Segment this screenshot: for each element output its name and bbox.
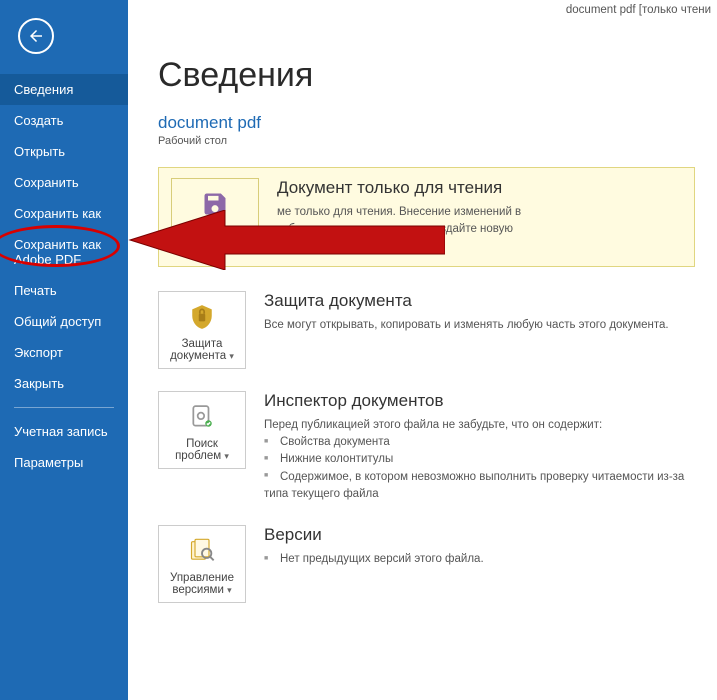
versions-none: Нет предыдущих версий этого файла. bbox=[264, 551, 695, 568]
sidebar-item-save-as-pdf[interactable]: Сохранить как Adobe PDF bbox=[0, 229, 128, 275]
manage-versions-button[interactable]: Управление версиями ▾ bbox=[158, 525, 246, 603]
dropdown-caret-icon: ▾ bbox=[229, 351, 234, 361]
versions-section: Управление версиями ▾ Версии Нет предыду… bbox=[158, 525, 695, 603]
back-arrow-icon bbox=[27, 27, 45, 45]
sidebar-divider bbox=[14, 407, 114, 408]
versions-card-label: Управление версиями bbox=[170, 572, 234, 596]
sidebar-item-save[interactable]: Сохранить bbox=[0, 167, 128, 198]
protect-title: Защита документа bbox=[264, 291, 695, 311]
readonly-title: Документ только для чтения bbox=[277, 178, 682, 198]
sidebar-item-save-as[interactable]: Сохранить как bbox=[0, 198, 128, 229]
document-name: document pdf bbox=[158, 113, 695, 133]
content-area: Сведения document pdf Рабочий стол Сохра… bbox=[128, 24, 717, 700]
inspect-item: Свойства документа bbox=[264, 434, 695, 451]
backstage-sidebar: Сведения Создать Открыть Сохранить Сохра… bbox=[0, 0, 128, 700]
protect-document-button[interactable]: Защита документа ▾ bbox=[158, 291, 246, 369]
inspect-card-label: Поиск проблем bbox=[175, 438, 221, 462]
back-button[interactable] bbox=[18, 18, 54, 54]
sidebar-item-account[interactable]: Учетная запись bbox=[0, 416, 128, 447]
protect-section: Защита документа ▾ Защита документа Все … bbox=[158, 291, 695, 369]
readonly-text-3: копию этого документа. bbox=[277, 239, 682, 256]
dropdown-caret-icon: ▾ bbox=[227, 585, 232, 595]
versions-title: Версии bbox=[264, 525, 695, 545]
inspect-item: Нижние колонтитулы bbox=[264, 451, 695, 468]
save-as-card[interactable]: Сохранить как bbox=[171, 178, 259, 244]
save-icon bbox=[176, 187, 254, 221]
page-title: Сведения bbox=[158, 56, 695, 95]
lock-icon bbox=[163, 300, 241, 334]
inspect-lead: Перед публикацией этого файла не забудьт… bbox=[264, 417, 695, 434]
sidebar-item-info[interactable]: Сведения bbox=[0, 74, 128, 105]
document-location: Рабочий стол bbox=[158, 135, 695, 147]
window-title: document pdf [только чтени bbox=[566, 4, 711, 16]
inspect-section: Поиск проблем ▾ Инспектор документов Пер… bbox=[158, 391, 695, 503]
readonly-banner: Сохранить как Документ только для чтения… bbox=[158, 167, 695, 267]
versions-icon bbox=[163, 534, 241, 568]
check-issues-button[interactable]: Поиск проблем ▾ bbox=[158, 391, 246, 469]
sidebar-item-share[interactable]: Общий доступ bbox=[0, 306, 128, 337]
readonly-text-2: тобы сохранить изменения, создайте новую bbox=[277, 221, 682, 238]
protect-card-label: Защита документа bbox=[170, 338, 226, 362]
dropdown-caret-icon: ▾ bbox=[224, 451, 229, 461]
sidebar-item-close[interactable]: Закрыть bbox=[0, 368, 128, 399]
sidebar-item-export[interactable]: Экспорт bbox=[0, 337, 128, 368]
save-as-card-label: Сохранить как bbox=[176, 225, 254, 237]
sidebar-item-open[interactable]: Открыть bbox=[0, 136, 128, 167]
sidebar-item-options[interactable]: Параметры bbox=[0, 447, 128, 478]
sidebar-item-new[interactable]: Создать bbox=[0, 105, 128, 136]
inspect-icon bbox=[163, 400, 241, 434]
inspect-title: Инспектор документов bbox=[264, 391, 695, 411]
readonly-text-1: ме только для чтения. Внесение изменений… bbox=[277, 204, 682, 221]
sidebar-item-print[interactable]: Печать bbox=[0, 275, 128, 306]
protect-text: Все могут открывать, копировать и изменя… bbox=[264, 317, 695, 334]
inspect-item: Содержимое, в котором невозможно выполни… bbox=[264, 469, 695, 504]
